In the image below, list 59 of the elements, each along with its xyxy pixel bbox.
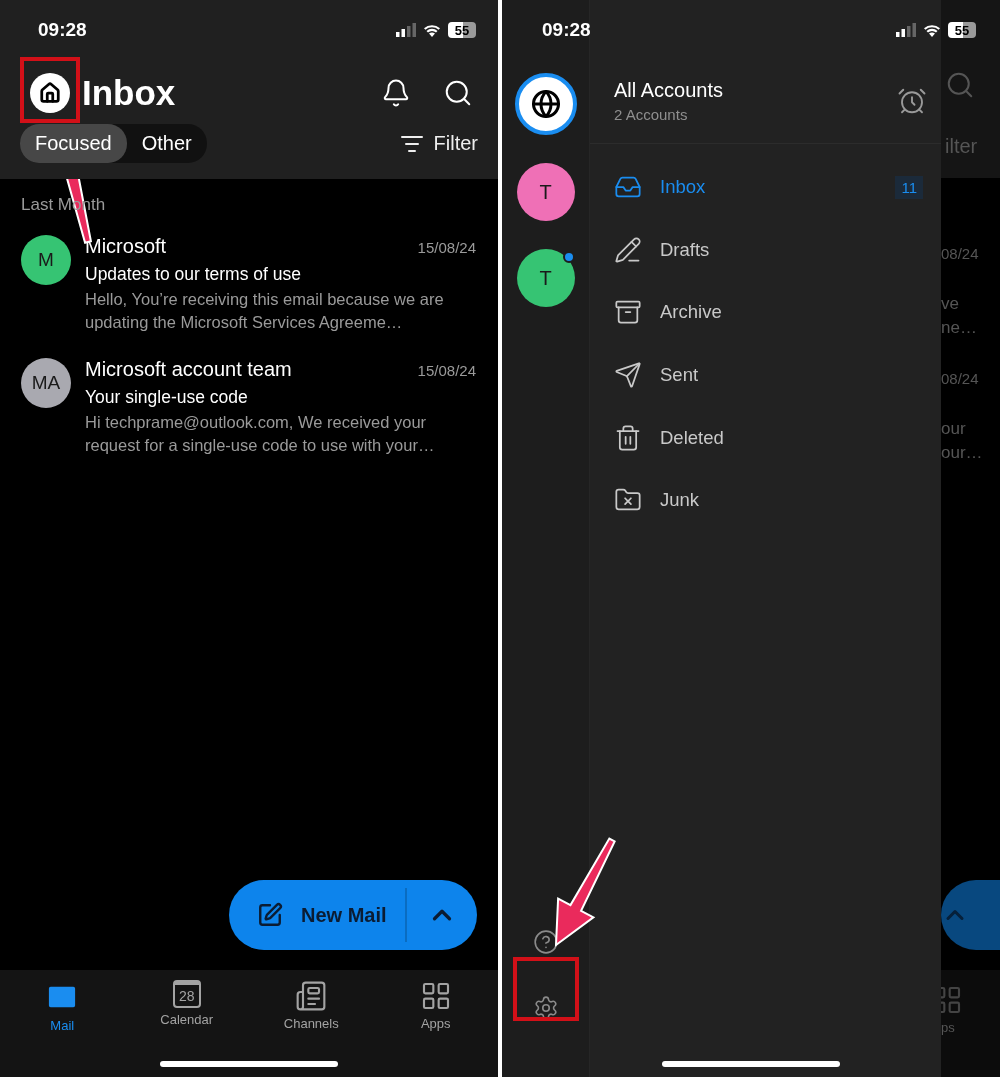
- message-preview: Hello, You’re receiving this email because we are updating the Microsoft Services Agreeme…: [85, 289, 445, 333]
- unread-count: 11: [895, 175, 923, 199]
- tab-bar-item[interactable]: Mail: [0, 980, 125, 1034]
- folder-item[interactable]: Junk: [590, 468, 941, 532]
- trash-icon: [614, 423, 642, 452]
- highlight-box: [513, 957, 579, 1021]
- message-preview: our…: [941, 443, 984, 463]
- sender-avatar: M: [21, 235, 71, 285]
- newspaper-icon: [295, 980, 328, 1012]
- tab-bar-item[interactable]: Apps: [373, 980, 498, 1034]
- battery-level: 55: [448, 22, 476, 38]
- account-avatar[interactable]: T: [516, 249, 575, 307]
- search-icon: [945, 70, 975, 100]
- home-icon: [39, 82, 61, 104]
- view-tab[interactable]: Focused: [20, 124, 127, 163]
- folder-item[interactable]: Sent: [590, 343, 941, 407]
- highlight-box: [20, 57, 80, 123]
- message-date: 08/24: [941, 370, 980, 387]
- accounts-count: 2 Accounts: [614, 106, 689, 123]
- home-button[interactable]: [30, 73, 70, 113]
- message-subject: Updates to our terms of use: [85, 264, 302, 285]
- status-time: 09:28: [38, 19, 87, 41]
- tab-bar-item[interactable]: 28 Calendar: [124, 980, 249, 1034]
- filter-label: ilter: [945, 135, 979, 158]
- alarm-clock-icon[interactable]: [897, 86, 927, 116]
- message-preview: ve: [941, 294, 960, 314]
- folder-item[interactable]: Deleted: [590, 406, 941, 469]
- folder-item[interactable]: Drafts: [590, 218, 941, 282]
- tab-bar-item[interactable]: Channels: [249, 980, 374, 1034]
- sender-avatar: MA: [21, 358, 71, 408]
- drawer-title: All Accounts: [614, 79, 723, 102]
- signal-icon: [896, 23, 916, 37]
- folder-item[interactable]: Archive: [590, 281, 941, 344]
- message-date: 15/08/24: [417, 362, 476, 379]
- message-preview: ne…: [941, 318, 978, 338]
- view-tab[interactable]: Other: [126, 124, 207, 163]
- paper-plane-icon: [614, 361, 642, 390]
- message-preview: Hi techprame@outlook.com, We received your request for a single-use code to use with your…: [85, 412, 436, 456]
- compose-icon: [257, 902, 283, 928]
- pencil-icon: [614, 235, 642, 264]
- message-preview: our: [941, 419, 967, 439]
- help-icon[interactable]: [532, 929, 559, 955]
- message-date: 15/08/24: [417, 239, 476, 256]
- signal-icon: [396, 23, 416, 37]
- sender-name: Microsoft account team: [85, 358, 292, 381]
- battery-level: 55: [948, 22, 976, 38]
- tab-label: ps: [941, 1020, 956, 1035]
- wifi-icon: [922, 22, 942, 38]
- wifi-icon: [422, 22, 442, 38]
- message-subject: Your single-use code: [85, 387, 249, 408]
- calendar-icon: 28: [172, 980, 201, 1008]
- status-time: 09:28: [542, 19, 591, 41]
- inbox-title: Inbox: [82, 73, 177, 113]
- account-avatar[interactable]: T: [516, 163, 575, 221]
- sender-name: Microsoft: [85, 235, 167, 258]
- folder-item[interactable]: Inbox 11: [590, 156, 941, 219]
- new-mail-button[interactable]: New Mail: [229, 880, 477, 950]
- message-date: 08/24: [941, 245, 980, 262]
- filter-button[interactable]: Filter: [399, 131, 478, 156]
